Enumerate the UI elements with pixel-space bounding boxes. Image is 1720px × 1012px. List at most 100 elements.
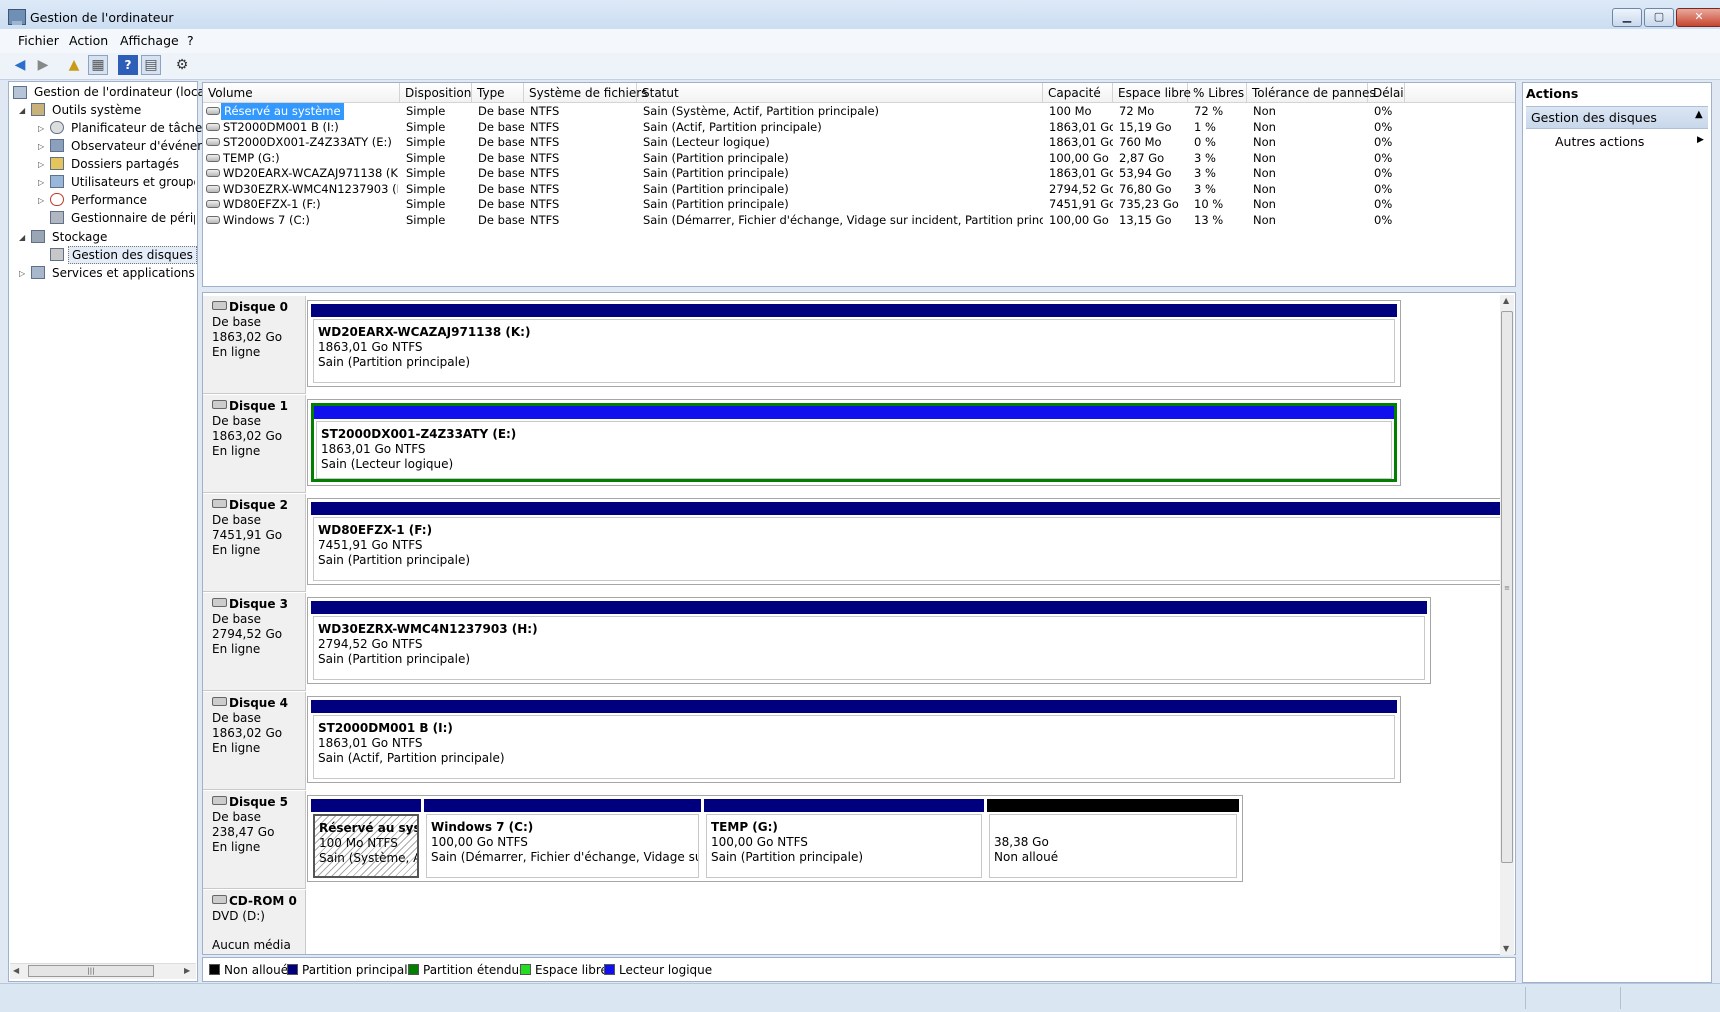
menu-fichier[interactable]: Fichier: [18, 33, 59, 48]
up-folder-icon[interactable]: ▲: [64, 55, 84, 75]
volume-cell-fault: Non: [1253, 212, 1276, 227]
scroll-left-icon[interactable]: ◀: [13, 966, 19, 975]
volume-row[interactable]: TEMP (G:) Simple De base NTFS Sain (Partitio…: [203, 150, 1515, 167]
column-volume[interactable]: Volume: [203, 83, 400, 103]
expand-icon[interactable]: ▷: [38, 142, 44, 151]
forward-arrow-icon[interactable]: ▶: [33, 55, 53, 75]
column-status[interactable]: Statut: [637, 83, 1043, 103]
disk-settings-icon[interactable]: ⚙: [172, 55, 192, 75]
volume-row[interactable]: Réservé au système Simple De base NTFS Sain …: [203, 103, 1515, 120]
volume-row[interactable]: WD30EZRX-WMC4N1237903 (H:) Simple De base N…: [203, 181, 1515, 198]
partition-status: Sain (Actif, Partition principale): [318, 751, 505, 765]
expand-icon[interactable]: ▷: [38, 160, 44, 169]
disk-partition-area: Réservé au systè100 Mo NTFSSain (Système…: [307, 795, 1243, 882]
partition-status: Sain (Partition principale): [318, 553, 471, 567]
volume-icon: [206, 184, 220, 193]
disk-label[interactable]: Disque 0 De base 1863,02 Go En ligne: [203, 296, 306, 394]
column-type[interactable]: Type: [472, 83, 524, 103]
scroll-down-icon[interactable]: ▼: [1503, 944, 1509, 953]
partition-color-bar: [424, 799, 701, 812]
column-fault-tolerance[interactable]: Tolérance de pannes: [1247, 83, 1376, 103]
legend-item: Partition étendue: [408, 964, 527, 976]
expand-icon[interactable]: ▷: [38, 124, 44, 133]
expand-icon[interactable]: ▷: [19, 269, 25, 278]
partition-primary[interactable]: WD20EARX-WCAZAJ971138 (K:) 1863,01 Go NTF…: [311, 304, 1397, 383]
disk-label[interactable]: Disque 2 De base 7451,91 Go En ligne: [203, 494, 306, 592]
event-viewer-icon: [50, 139, 64, 152]
volume-icon: [206, 138, 220, 146]
partition-size: 2794,52 Go NTFS: [318, 637, 423, 651]
volume-row[interactable]: WD80EFZX-1 (F:) Simple De base NTFS Sain (Pa…: [203, 196, 1515, 213]
disk-map-scroll-thumb[interactable]: ≡: [1501, 311, 1513, 863]
back-arrow-icon[interactable]: ◀: [10, 55, 30, 75]
tree-shared-folders[interactable]: Dossiers partagés: [71, 156, 179, 174]
partition-primary-selected[interactable]: Réservé au systè100 Mo NTFSSain (Système…: [311, 799, 421, 878]
menu-help[interactable]: ?: [187, 33, 194, 48]
column-disposition[interactable]: Disposition: [400, 83, 472, 103]
tree-event-viewer[interactable]: Observateur d'événeme: [71, 138, 216, 156]
tree-root[interactable]: Gestion de l'ordinateur (local): [34, 84, 213, 102]
partition-primary[interactable]: Windows 7 (C:) 100,00 Go NTFS Sain (Démarr…: [424, 799, 701, 878]
legend: Non alloué Partition principale Partitio…: [202, 957, 1516, 982]
close-button[interactable]: ✕: [1676, 8, 1720, 27]
tree-storage[interactable]: Stockage: [52, 229, 107, 247]
menu-action[interactable]: Action: [69, 33, 108, 48]
tree-disk-management[interactable]: Gestion des disques: [68, 246, 197, 264]
expand-icon[interactable]: ▷: [38, 196, 44, 205]
partition-unallocated[interactable]: 38,38 Go Non alloué: [987, 799, 1239, 878]
column-free-space[interactable]: Espace libre: [1113, 83, 1191, 103]
disk-type: De base: [212, 810, 262, 824]
collapse-icon[interactable]: ◢: [19, 106, 25, 115]
device-manager-icon: [50, 211, 64, 224]
collapse-up-icon[interactable]: ▲: [1695, 109, 1703, 120]
scroll-right-icon[interactable]: ▶: [184, 966, 190, 975]
minimize-button[interactable]: ▁: [1612, 8, 1642, 27]
menu-affichage[interactable]: Affichage: [120, 33, 179, 48]
column-percent-free[interactable]: % Libres: [1188, 83, 1247, 103]
volume-row[interactable]: WD20EARX-WCAZAJ971138 (K:) Simple De base N…: [203, 165, 1515, 182]
partition-primary[interactable]: ST2000DM001 B (I:) 1863,01 Go NTFS Sain (A…: [311, 700, 1397, 779]
show-hide-tree-icon[interactable]: ▦: [88, 55, 108, 75]
partition-primary[interactable]: WD80EFZX-1 (F:) 7451,91 Go NTFS Sain (Part…: [311, 502, 1503, 581]
tree-performance[interactable]: Performance: [71, 192, 147, 210]
volume-cell-name: TEMP (G:): [223, 150, 280, 165]
tree-local-users[interactable]: Utilisateurs et groupes l: [71, 174, 195, 192]
disk-size: 2794,52 Go: [212, 627, 283, 641]
disk-label[interactable]: Disque 1 De base 1863,02 Go En ligne: [203, 395, 306, 493]
partition-title: Réservé au systè: [319, 821, 417, 835]
partition-size: 1863,01 Go NTFS: [321, 442, 426, 456]
actions-section-label[interactable]: Gestion des disques: [1531, 110, 1657, 125]
disk-label[interactable]: Disque 3 De base 2794,52 Go En ligne: [203, 593, 306, 691]
partition-logical[interactable]: ST2000DX001-Z4Z33ATY (E:) 1863,01 Go NTFS…: [311, 403, 1397, 482]
properties-icon[interactable]: ▤: [141, 55, 161, 75]
disk-partition-area: ST2000DX001-Z4Z33ATY (E:) 1863,01 Go NTFS…: [307, 399, 1401, 486]
tree-device-manager[interactable]: Gestionnaire de périphé: [71, 210, 195, 228]
submenu-arrow-icon[interactable]: ▶: [1697, 135, 1704, 145]
help-icon[interactable]: ?: [118, 55, 138, 75]
volume-row[interactable]: ST2000DX001-Z4Z33ATY (E:) Simple De base NT…: [203, 134, 1515, 151]
disk-label[interactable]: Disque 5 De base 238,47 Go En ligne: [203, 791, 306, 889]
partition-primary[interactable]: WD30EZRX-WMC4N1237903 (H:) 2794,52 Go NTF…: [311, 601, 1427, 680]
more-actions-item[interactable]: Autres actions: [1555, 134, 1644, 149]
cdrom-label[interactable]: CD-ROM 0 DVD (D:) Aucun média: [203, 890, 306, 954]
expand-icon[interactable]: ▷: [38, 178, 44, 187]
column-filesystem[interactable]: Système de fichiers: [524, 83, 647, 103]
tree-scroll-thumb[interactable]: |||: [28, 965, 154, 977]
collapse-icon[interactable]: ◢: [19, 233, 25, 242]
column-capacity[interactable]: Capacité: [1043, 83, 1113, 103]
tree-system-tools[interactable]: Outils système: [52, 102, 141, 120]
column-overhead[interactable]: Délai: [1368, 83, 1405, 103]
volume-cell-name: WD80EFZX-1 (F:): [223, 197, 321, 211]
volume-cell-free: 13,15 Go: [1119, 212, 1172, 227]
scroll-up-icon[interactable]: ▲: [1503, 296, 1509, 305]
maximize-button[interactable]: ▢: [1644, 8, 1674, 27]
legend-label: Lecteur logique: [619, 963, 713, 977]
volume-row[interactable]: ST2000DM001 B (I:) Simple De base NTFS Sain …: [203, 119, 1515, 136]
partition-primary[interactable]: TEMP (G:) 100,00 Go NTFS Sain (Partition p…: [704, 799, 984, 878]
tree-task-scheduler[interactable]: Planificateur de tâches: [71, 120, 209, 138]
volume-row[interactable]: Windows 7 (C:) Simple De base NTFS Sain (Dém…: [203, 212, 1515, 229]
legend-swatch-free: [520, 964, 531, 975]
tree-services[interactable]: Services et applications: [52, 265, 195, 283]
disk-icon: [212, 301, 227, 310]
disk-label[interactable]: Disque 4 De base 1863,02 Go En ligne: [203, 692, 306, 790]
